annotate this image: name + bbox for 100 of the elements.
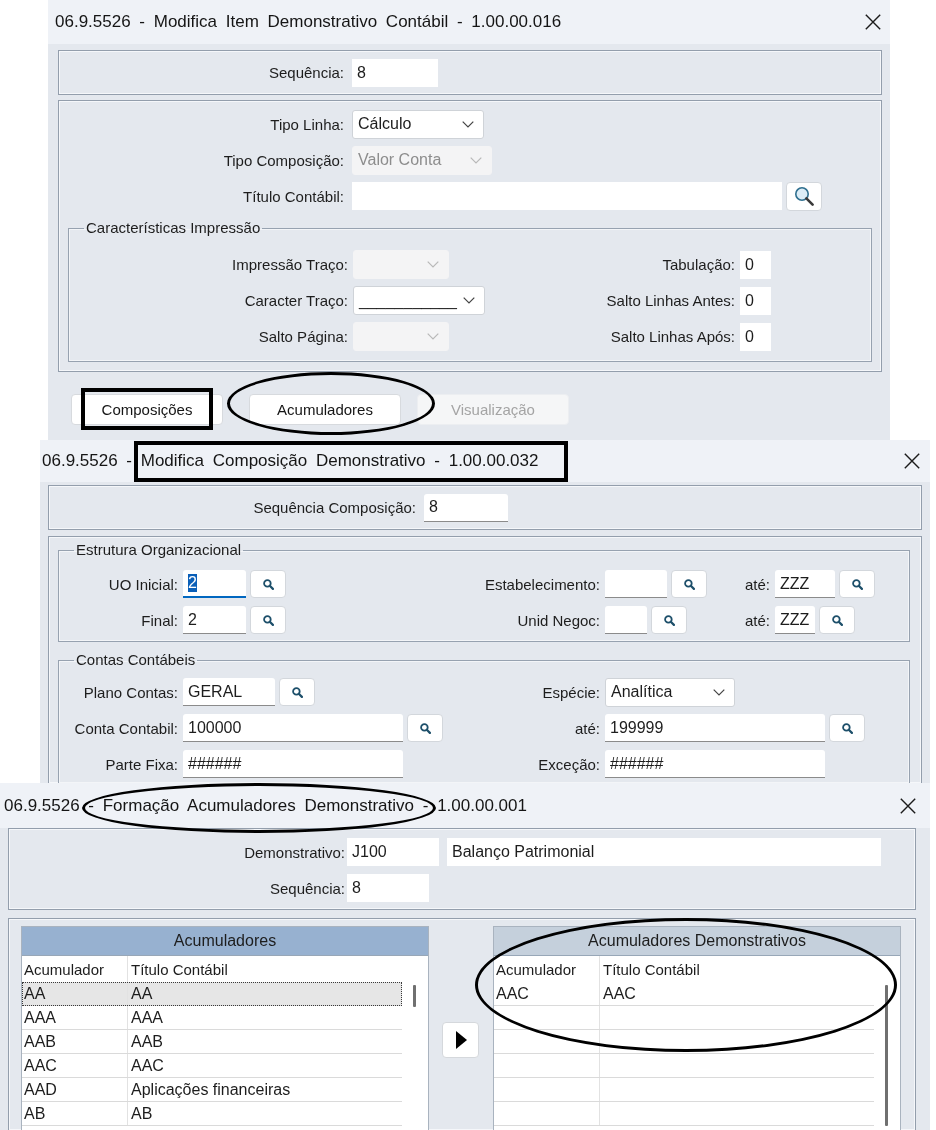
field-label: Unid Negoc: [517, 611, 600, 629]
table-row[interactable]: AAC AAC [494, 982, 874, 1006]
field-label: Salto Página: [258, 328, 348, 345]
search-button[interactable] [819, 606, 855, 634]
input-field[interactable] [352, 182, 782, 210]
move-right-button[interactable] [442, 1022, 479, 1058]
search-icon [419, 722, 431, 734]
input-field[interactable]: 8 [347, 874, 429, 902]
search-button[interactable] [279, 678, 315, 706]
input-field[interactable]: J100 [347, 838, 439, 866]
input-field[interactable]: ZZZ [775, 570, 835, 598]
field-label: até: [744, 575, 770, 593]
input-field[interactable]: 100000 [183, 714, 403, 742]
table-row[interactable]: AAB AAB [22, 1030, 402, 1054]
table-row[interactable]: AA AA [22, 982, 402, 1006]
field-label: Tipo Composição: [223, 151, 344, 169]
group-label: Estrutura Organizacional [75, 541, 243, 559]
search-icon [851, 578, 863, 590]
table-row[interactable]: AB AB [22, 1102, 402, 1126]
search-icon [831, 614, 843, 626]
search-button[interactable] [250, 570, 286, 598]
search-button[interactable] [407, 714, 443, 742]
table-cell: AB [22, 1102, 128, 1125]
table-row[interactable]: AAC AAC [22, 1054, 402, 1078]
field-label: UO Inicial: [108, 575, 178, 593]
input-field[interactable] [605, 570, 667, 598]
search-icon [291, 686, 303, 698]
table-cell-text: AA [130, 983, 154, 1004]
table-cell: AAC [22, 1054, 128, 1077]
close-button[interactable] [900, 797, 916, 814]
input-field[interactable]: 0 [740, 250, 771, 279]
field-label: até: [744, 611, 770, 629]
table-cell-text: AAB [130, 1031, 164, 1052]
input-field[interactable]: Balanço Patrimonial [447, 838, 881, 866]
search-icon [262, 614, 274, 626]
field-label: até: [574, 719, 600, 737]
search-button[interactable] [671, 570, 707, 598]
field-label: Plano Contas: [83, 683, 178, 701]
input-field[interactable]: 0 [740, 286, 771, 315]
field-label: Tipo Linha: [270, 115, 344, 133]
search-icon [794, 186, 814, 206]
input-field[interactable]: ###### [183, 750, 403, 778]
search-button[interactable] [250, 606, 286, 634]
input-field[interactable]: 0 [740, 322, 771, 351]
search-button[interactable] [786, 181, 822, 211]
close-button[interactable] [865, 14, 881, 30]
input-field[interactable]: 2 [183, 606, 246, 634]
input-field[interactable]: 8 [352, 58, 438, 87]
field-label: Salto Linhas Antes: [606, 292, 735, 309]
field-label: Final: [141, 611, 178, 629]
chevron-down-icon [463, 297, 475, 304]
search-icon [262, 578, 274, 590]
close-icon [865, 14, 881, 30]
group-label: Características Impressão [85, 219, 262, 237]
input-field[interactable]: 2 [183, 570, 246, 598]
field-label: Título Contábil: [243, 187, 344, 205]
close-icon [900, 797, 916, 814]
group-label: Contas Contábeis [75, 651, 197, 669]
field-label: Conta Contabil: [74, 719, 178, 737]
dropdown[interactable]: Cálculo [352, 109, 484, 139]
input-field[interactable]: GERAL [183, 678, 275, 706]
search-button[interactable] [829, 714, 865, 742]
window-title: 06.9.5526 - Modifica Composição Demonstrativo - 1.00.00.032 [42, 451, 539, 471]
dropdown[interactable]: Analítica [605, 677, 735, 707]
field-label: Parte Fixa: [105, 755, 178, 773]
input-field[interactable]: ZZZ [775, 606, 815, 634]
search-button[interactable] [839, 570, 875, 598]
table-row[interactable]: AAA AAA [22, 1006, 402, 1030]
chevron-down-icon [713, 688, 725, 696]
close-icon [904, 453, 920, 469]
dropdown[interactable]: ___________ [353, 286, 485, 315]
field-label: Espécie: [542, 683, 600, 701]
search-button[interactable] [651, 606, 687, 634]
table-cell-text: AAC [602, 983, 637, 1004]
table-cell: AAB [22, 1030, 128, 1053]
field-label: Salto Linhas Após: [610, 328, 735, 345]
field-label: Exceção: [538, 755, 600, 773]
field-label: Sequência: [269, 879, 345, 897]
accumulators-button[interactable]: Acumuladores [249, 394, 401, 425]
compositions-button[interactable]: Composições [71, 394, 223, 425]
window-title: 06.9.5526 - Formação Acumuladores Demonstrativo - 1.00.00.001 [4, 795, 527, 816]
table-header: Acumuladores Demonstrativos [494, 927, 900, 956]
table-cell-text: AAA [130, 1007, 164, 1028]
table-cell: AA [22, 982, 128, 1005]
field-label: Impressão Traço: [232, 256, 348, 273]
input-field[interactable] [605, 606, 647, 634]
field-label: Tabulação: [662, 256, 735, 273]
chevron-down-icon [462, 120, 474, 128]
close-button[interactable] [904, 453, 920, 469]
input-field[interactable]: 199999 [605, 714, 825, 742]
input-field[interactable]: ###### [605, 750, 825, 778]
table-cell: AAD [22, 1078, 128, 1101]
field-label: Sequência Composição: [253, 499, 416, 516]
input-field[interactable]: 8 [424, 493, 508, 522]
table-row[interactable]: AAD Aplicações financeiras [22, 1078, 402, 1102]
scrollbar-thumb[interactable] [885, 985, 888, 1126]
search-icon [683, 578, 695, 590]
triangle-right-icon [456, 1031, 467, 1049]
scrollbar-thumb[interactable] [413, 985, 416, 1007]
chevron-down-icon [470, 156, 482, 164]
